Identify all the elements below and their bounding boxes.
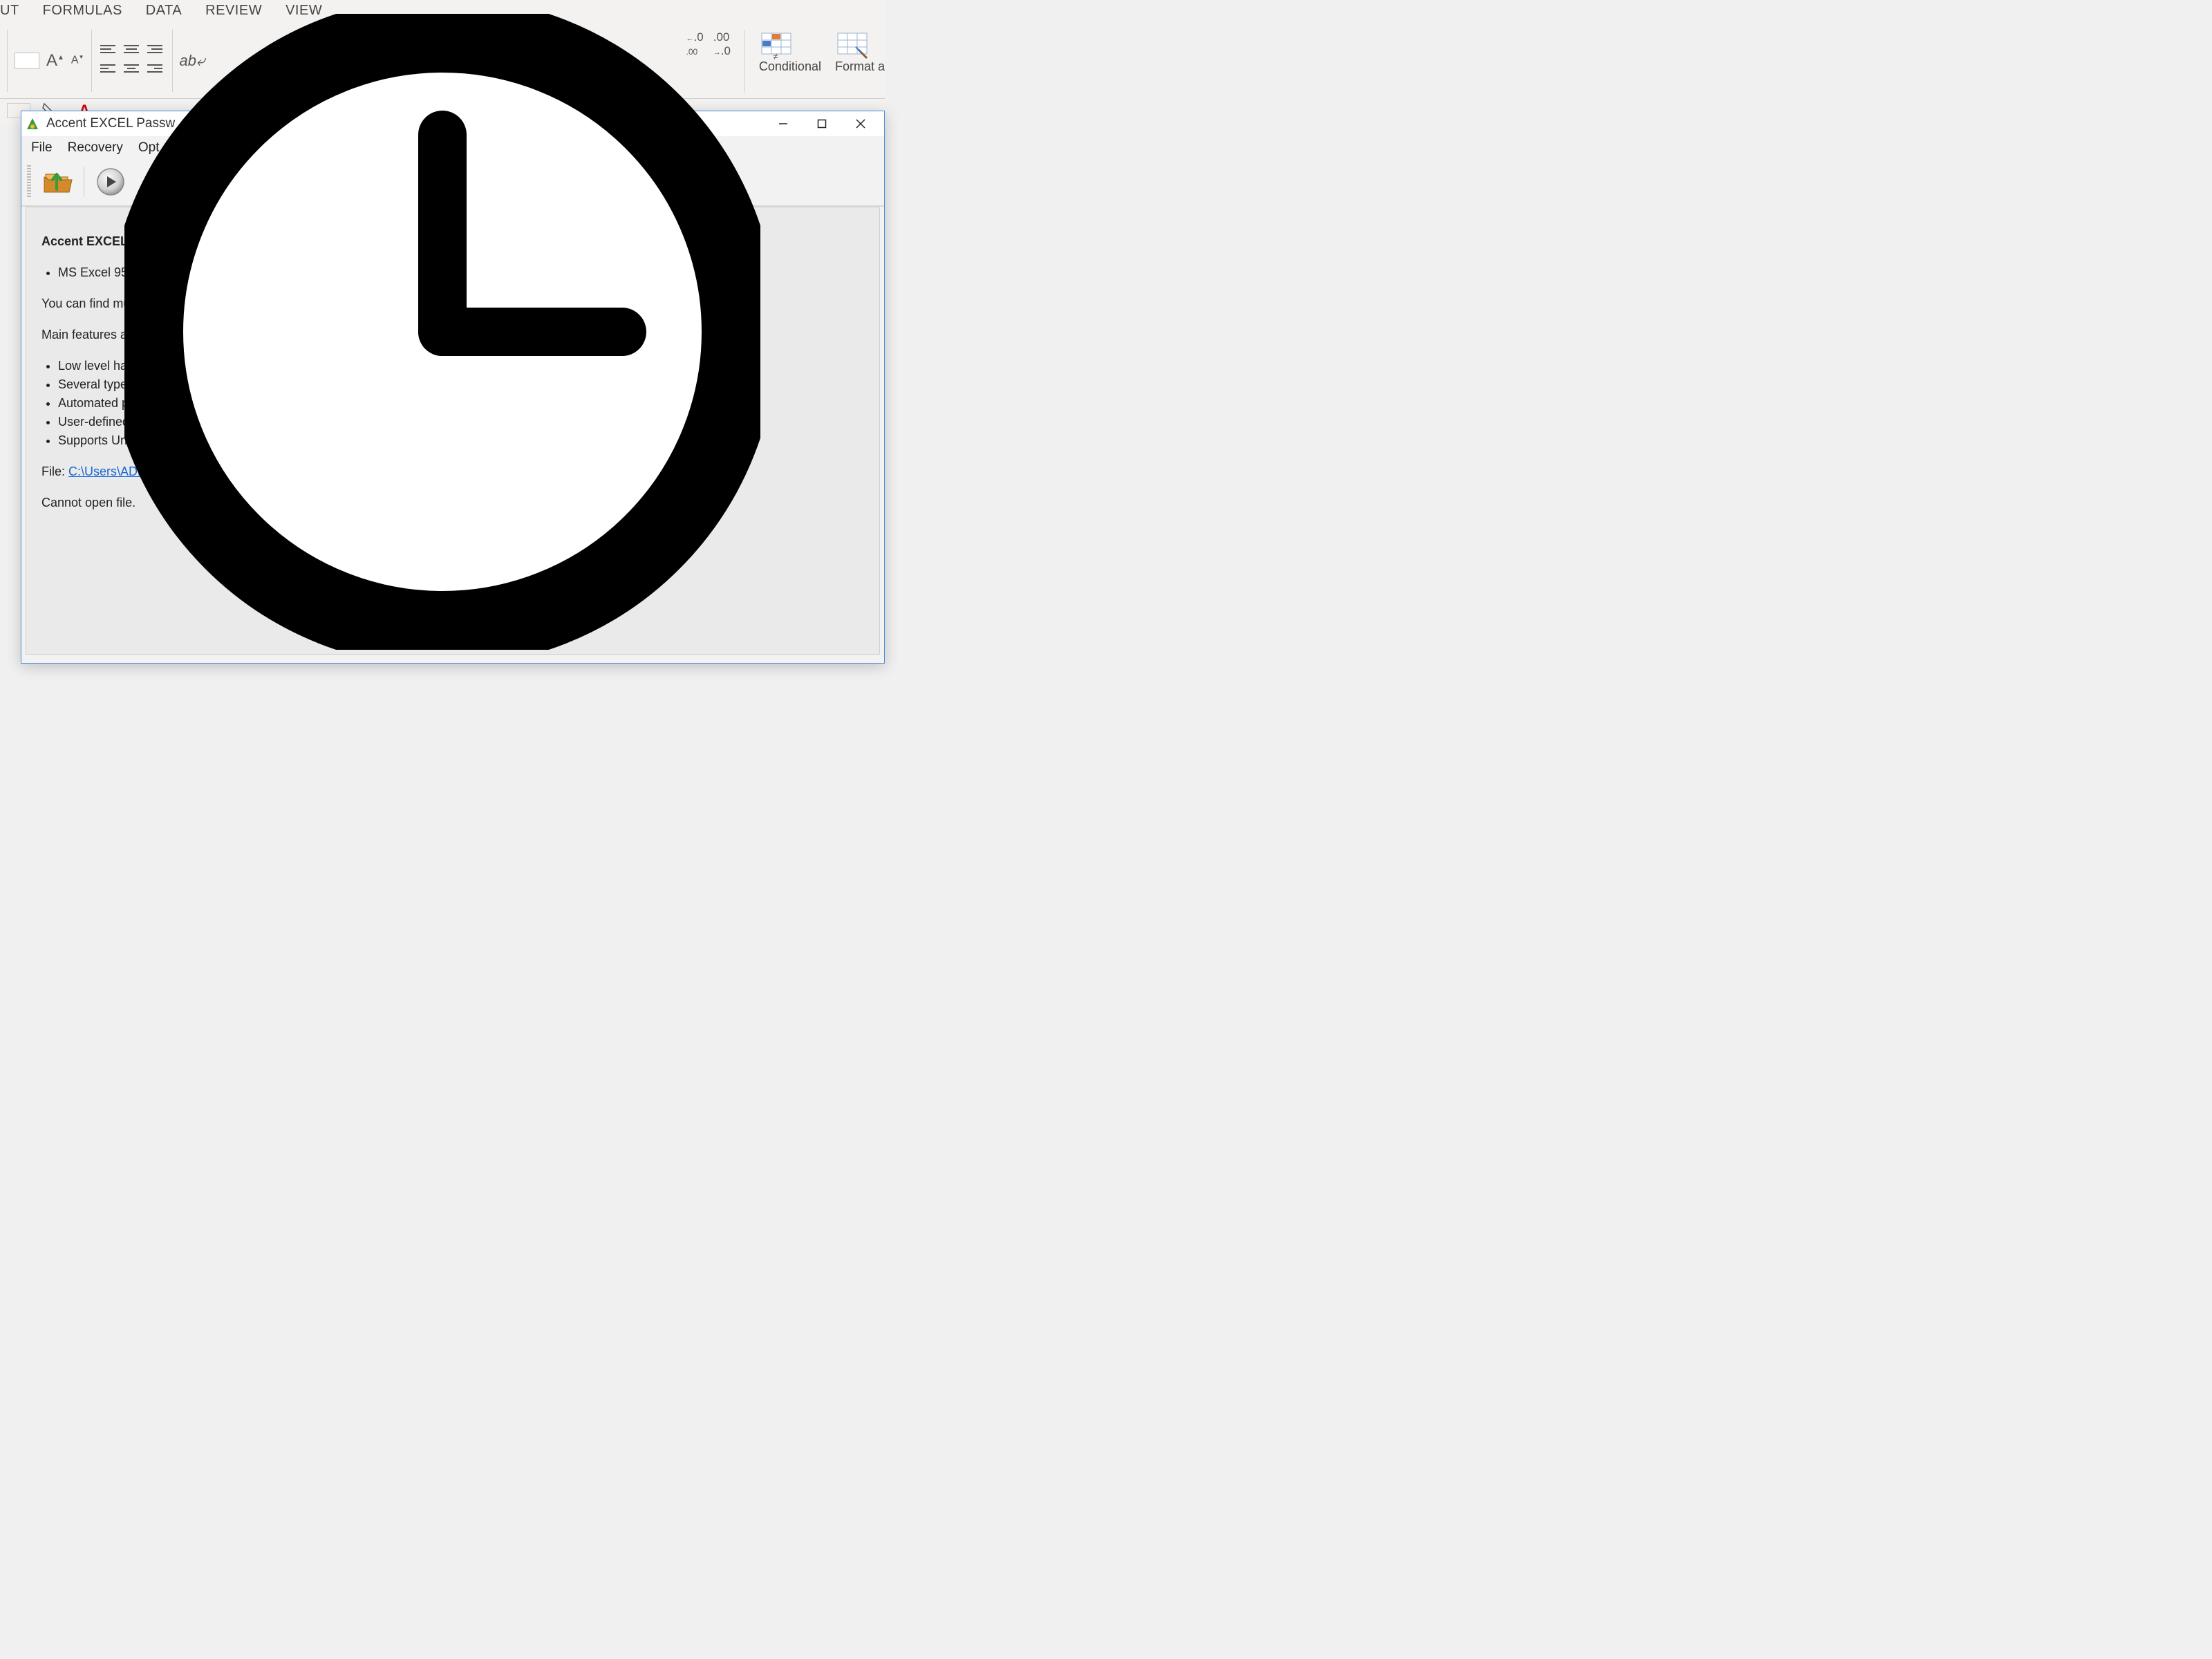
format-as-table-label: Format a bbox=[835, 59, 885, 74]
menu-file[interactable]: File bbox=[31, 140, 53, 156]
decrease-font-icon[interactable]: A▼ bbox=[71, 54, 84, 66]
app-icon bbox=[26, 117, 39, 131]
menu-recovery[interactable]: Recovery bbox=[68, 140, 123, 156]
conditional-formatting-button[interactable]: ≠ Conditional bbox=[759, 30, 821, 74]
align-top-icon[interactable] bbox=[99, 44, 118, 59]
format-as-table-icon bbox=[835, 30, 870, 58]
ribbon-separator bbox=[91, 30, 92, 92]
maximize-button[interactable] bbox=[803, 111, 841, 136]
content-heading: Accent EXCEL bbox=[41, 234, 128, 248]
file-label: File: bbox=[41, 465, 65, 478]
close-button[interactable] bbox=[841, 111, 880, 136]
window-controls bbox=[764, 111, 880, 136]
conditional-formatting-icon: ≠ bbox=[759, 30, 794, 58]
toolbar-grip-icon bbox=[27, 165, 31, 198]
font-size-group: A▲ A▼ bbox=[15, 51, 84, 71]
format-as-table-button[interactable]: Format a bbox=[835, 30, 885, 74]
svg-text:≠: ≠ bbox=[773, 51, 778, 59]
ribbon-tab-formulas[interactable]: FORMULAS bbox=[43, 3, 122, 19]
ribbon-tab-out[interactable]: UT bbox=[0, 3, 19, 19]
clock-icon bbox=[124, 14, 760, 650]
start-button[interactable] bbox=[93, 165, 129, 198]
minimize-button[interactable] bbox=[764, 111, 803, 136]
open-file-button[interactable] bbox=[39, 165, 75, 198]
conditional-formatting-label: Conditional bbox=[759, 59, 821, 74]
align-left-icon[interactable] bbox=[99, 63, 118, 78]
ribbon-separator bbox=[7, 30, 8, 92]
increase-font-icon[interactable]: A▲ bbox=[46, 51, 64, 71]
font-size-input[interactable] bbox=[15, 53, 39, 69]
